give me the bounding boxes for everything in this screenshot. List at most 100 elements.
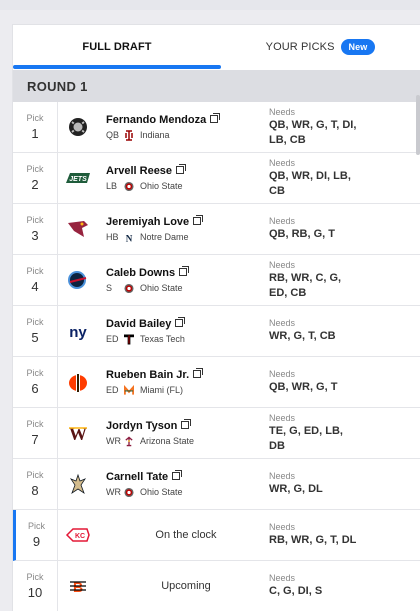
pick-number-cell: Pick 2 [13,153,58,203]
pick-row[interactable]: Pick 1 Fernando Mendoza QB Indiana Needs… [13,102,420,153]
player-meta: S Ohio State [106,283,266,293]
round-header: ROUND 1 [13,70,420,102]
player-name[interactable]: Caleb Downs [106,267,175,279]
tab-full-draft[interactable]: FULL DRAFT [13,25,221,69]
team-needs: Needs C, G, DI, S [266,561,420,611]
active-tab-indicator [13,65,221,69]
player-card-icon[interactable] [193,368,204,378]
player-name[interactable]: Jordyn Tyson [106,420,177,432]
indiana-logo-icon [124,129,134,141]
player-info: Jeremiyah Love HB N Notre Dame [98,204,266,254]
chiefs-logo-icon: KC [58,510,98,560]
player-name[interactable]: Rueben Bain Jr. [106,369,189,381]
pick-row[interactable]: Pick 2 JETS Arvell Reese LB Ohio State N… [13,153,420,204]
player-name-line: Jordyn Tyson [106,419,266,432]
player-info: Fernando Mendoza QB Indiana [98,102,266,152]
pick-number-cell: Pick 1 [13,102,58,152]
scrollbar[interactable] [416,95,420,155]
pick-number-cell: Pick 9 [16,510,58,560]
ohio-state-logo-icon [124,283,134,293]
needs-value: QB, RB, G, T [269,228,335,240]
needs-value: WR, G, DL [269,483,323,495]
player-school: Miami (FL) [140,385,183,395]
player-name-line: David Bailey [106,317,266,330]
pick-number: 9 [32,534,41,549]
team-needs: Needs QB, RB, G, T [266,204,420,254]
player-name[interactable]: Carnell Tate [106,471,168,483]
player-position: WR [106,487,121,497]
player-position: LB [106,181,118,191]
pick-number: 5 [31,330,39,345]
pick-row[interactable]: Pick 3 Jeremiyah Love HB N Notre Dame Ne… [13,204,420,255]
pick-row[interactable]: Pick 5 ny David Bailey ED Texas Tech Nee… [13,306,420,357]
pick-row[interactable]: Pick 6 Rueben Bain Jr. ED Miami (FL) Nee… [13,357,420,408]
player-info: Rueben Bain Jr. ED Miami (FL) [98,357,266,407]
pick-row[interactable]: Pick 8 Carnell Tate WR Ohio State Needs … [13,459,420,510]
draft-panel: FULL DRAFT YOUR PICKS New ROUND 1 Pick 1… [12,24,420,611]
pick-status: On the clock [98,510,266,560]
pick-label: Pick [26,572,44,582]
player-meta: LB Ohio State [106,181,266,191]
player-card-icon[interactable] [210,113,221,123]
pick-number-cell: Pick 8 [13,459,58,509]
tab-full-draft-label: FULL DRAFT [82,41,152,53]
pick-row[interactable]: Pick 10 B Upcoming Needs C, G, DI, S [13,561,420,611]
player-position: S [106,283,113,293]
player-card-icon[interactable] [176,164,187,174]
player-school: Ohio State [140,283,183,293]
pick-number-cell: Pick 5 [13,306,58,356]
player-meta: WR Ohio State [106,487,266,497]
player-name-line: Jeremiyah Love [106,215,266,228]
pick-number-cell: Pick 6 [13,357,58,407]
player-info: Jordyn Tyson WR Arizona State [98,408,266,458]
needs-value: QB, WR, G, T [269,381,338,393]
pick-number: 8 [31,483,39,498]
pick-number: 10 [27,585,43,600]
pick-number-cell: Pick 3 [13,204,58,254]
pick-label: Pick [26,419,44,429]
player-name-line: Arvell Reese [106,164,266,177]
needs-label: Needs [269,412,296,423]
player-name[interactable]: David Bailey [106,318,171,330]
team-needs: Needs RB, WR, C, G, ED, CB [266,255,420,305]
player-info: Caleb Downs S Ohio State [98,255,266,305]
browns-logo-icon [58,357,98,407]
player-school: Ohio State [140,487,183,497]
player-info: Arvell Reese LB Ohio State [98,153,266,203]
player-name[interactable]: Jeremiyah Love [106,216,189,228]
tab-your-picks[interactable]: YOUR PICKS New [221,25,420,69]
needs-value: RB, WR, G, T, DL [269,534,357,546]
player-card-icon[interactable] [193,215,204,225]
player-name[interactable]: Arvell Reese [106,165,172,177]
raiders-logo-icon [58,102,98,152]
arizona-state-logo-icon [124,436,134,446]
team-needs: Needs QB, WR, G, T, DI, LB, CB [266,102,420,152]
needs-label: Needs [269,216,296,226]
pick-row[interactable]: Pick 7 W Jordyn Tyson WR Arizona State N… [13,408,420,459]
player-name[interactable]: Fernando Mendoza [106,114,206,126]
pick-label: Pick [26,113,44,123]
miami-logo-icon [124,384,134,395]
player-school: Ohio State [140,181,183,191]
pick-label: Pick [26,368,44,378]
player-position: WR [106,436,121,446]
needs-value: QB, WR, G, T, DI, LB, CB [269,118,357,146]
player-card-icon[interactable] [172,470,183,480]
pick-row-on-the-clock[interactable]: Pick 9 KC On the clock Needs RB, WR, G, … [13,510,420,561]
player-meta: ED Texas Tech [106,334,266,344]
player-card-icon[interactable] [181,419,192,429]
player-card-icon[interactable] [179,266,190,276]
team-needs: Needs WR, G, T, CB [266,306,420,356]
player-position: HB [106,232,119,242]
needs-value: WR, G, T, CB [269,330,336,342]
pick-number: 2 [31,177,39,192]
pick-row[interactable]: Pick 4 Caleb Downs S Ohio State Needs RB… [13,255,420,306]
player-card-icon[interactable] [175,317,186,327]
pick-status: Upcoming [98,561,266,611]
team-needs: Needs TE, G, ED, LB, DB [266,408,420,458]
jets-logo-icon: JETS [58,153,98,203]
pick-number: 7 [31,432,39,447]
player-meta: WR Arizona State [106,436,266,446]
team-needs: Needs QB, WR, DI, LB, CB [266,153,420,203]
giants-logo-icon: ny [58,306,98,356]
